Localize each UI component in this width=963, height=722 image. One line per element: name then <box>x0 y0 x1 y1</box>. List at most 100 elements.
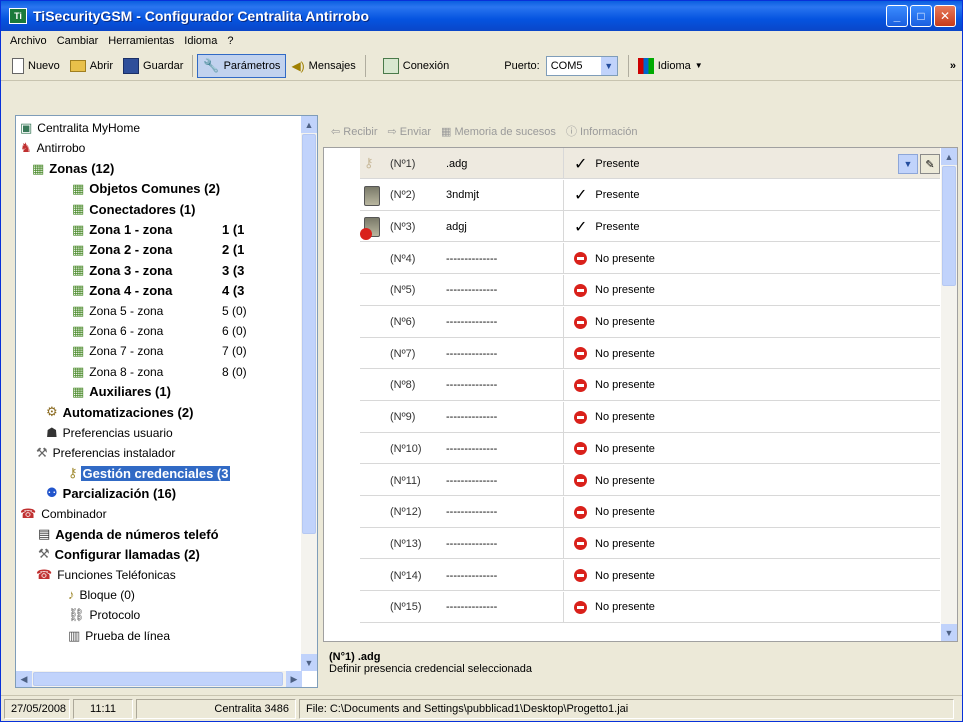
credential-cell[interactable]: (Nº7) -------------- <box>360 338 564 370</box>
status-cell[interactable]: No presente <box>564 338 940 369</box>
status-cell[interactable]: No presente <box>564 528 940 559</box>
scroll-thumb[interactable] <box>302 134 316 534</box>
tree-node[interactable]: ▦ Auxiliares (1) <box>72 383 173 401</box>
menu-help[interactable]: ? <box>222 35 238 47</box>
credential-row[interactable]: (Nº6) -------------- No presente <box>360 306 940 338</box>
credential-row[interactable]: (Nº9) -------------- No presente <box>360 401 940 433</box>
parametros-button[interactable]: 🔧 Parámetros <box>197 53 287 78</box>
scroll-down-button[interactable]: ▼ <box>941 624 957 641</box>
toolbar-overflow-button[interactable]: » <box>950 60 956 72</box>
tree-node[interactable]: ▦ Zona 5 - zona 5 (0) <box>72 302 247 320</box>
status-cell[interactable]: No presente <box>564 465 940 496</box>
scroll-down-button[interactable]: ▼ <box>301 654 317 671</box>
tree-node[interactable]: ⛓ Protocolo <box>68 606 142 624</box>
tree-horizontal-scrollbar[interactable]: ◀ ▶ <box>16 671 302 687</box>
title-bar[interactable]: Ti TiSecurityGSM - Configurador Centrali… <box>1 1 962 31</box>
tree-node[interactable]: ▦ Zonas (12) <box>32 160 116 178</box>
status-cell[interactable]: No presente <box>564 402 940 433</box>
grid-vertical-scrollbar[interactable]: ▲ ▼ <box>941 148 957 641</box>
credential-row[interactable]: (Nº5) -------------- No presente <box>360 274 940 306</box>
menu-cambiar[interactable]: Cambiar <box>52 35 104 47</box>
tree-node[interactable]: ▦ Zona 8 - zona 8 (0) <box>72 363 247 381</box>
status-cell[interactable]: ✓ Presente ▼ ✎ <box>564 148 940 179</box>
status-cell[interactable]: No presente <box>564 497 940 528</box>
tree-node[interactable]: ♞ Antirrobo <box>20 139 87 157</box>
tree-node[interactable]: ♪ Bloque (0) <box>68 586 137 604</box>
status-dropdown-button[interactable]: ▼ <box>898 154 918 174</box>
tree-node[interactable]: ▦ Zona 7 - zona 7 (0) <box>72 342 247 360</box>
credential-row[interactable]: (Nº2) 3ndmjt ✓ Presente <box>360 179 940 211</box>
credential-cell[interactable]: (Nº13) -------------- <box>360 528 564 560</box>
tree-vertical-scrollbar[interactable]: ▲ ▼ <box>301 116 317 671</box>
credential-cell[interactable]: (Nº9) -------------- <box>360 401 564 433</box>
credential-cell[interactable]: (Nº15) -------------- <box>360 591 564 623</box>
maximize-button[interactable]: □ <box>910 5 932 27</box>
tree-node[interactable]: ▦ Zona 3 - zona 3 (3 <box>72 261 244 279</box>
scroll-up-button[interactable]: ▲ <box>941 148 957 165</box>
credential-row[interactable]: (Nº3) adgj ✓ Presente <box>360 211 940 243</box>
credential-row[interactable]: (Nº14) -------------- No presente <box>360 560 940 592</box>
tree-node[interactable]: ⚒ Configurar llamadas (2) <box>38 545 202 563</box>
credential-row[interactable]: (Nº12) -------------- No presente <box>360 496 940 528</box>
credential-row[interactable]: ⚷ (Nº1) .adg ✓ Presente ▼ ✎ <box>360 148 940 179</box>
edit-pencil-button[interactable]: ✎ <box>920 154 940 174</box>
tree-node[interactable]: ▦ Objetos Comunes (2) <box>72 180 222 198</box>
tree-node[interactable]: ▦ Zona 2 - zona 2 (1 <box>72 241 244 259</box>
close-button[interactable]: ✕ <box>934 5 956 27</box>
status-cell[interactable]: ✓ Presente <box>564 180 940 211</box>
credential-cell[interactable]: (Nº12) -------------- <box>360 496 564 528</box>
nuevo-button[interactable]: Nuevo <box>7 55 65 77</box>
credential-row[interactable]: (Nº13) -------------- No presente <box>360 528 940 560</box>
tree-node[interactable]: ☎ Combinador <box>20 505 109 523</box>
tree-node[interactable]: ☎ Funciones Teléfonicas <box>36 566 178 584</box>
status-cell[interactable]: No presente <box>564 560 940 591</box>
status-cell[interactable]: ✓ Presente <box>564 211 940 242</box>
scroll-thumb[interactable] <box>942 166 956 286</box>
credential-cell[interactable]: (Nº2) 3ndmjt <box>360 179 564 211</box>
conexion-button[interactable]: Conexión <box>378 55 454 77</box>
recibir-button[interactable]: ⇦ Recibir <box>331 125 378 138</box>
tree-node[interactable]: ⚷ Gestión credenciales (3 <box>68 464 231 482</box>
credential-cell[interactable]: (Nº5) -------------- <box>360 274 564 306</box>
credential-row[interactable]: (Nº8) -------------- No presente <box>360 369 940 401</box>
port-select[interactable]: COM5 ▼ <box>545 55 618 76</box>
tree-node[interactable]: ▥ Prueba de línea <box>68 627 172 645</box>
tree-node[interactable]: ▦ Zona 6 - zona 6 (0) <box>72 322 247 340</box>
scroll-up-button[interactable]: ▲ <box>301 116 317 133</box>
status-cell[interactable]: No presente <box>564 433 940 464</box>
menu-archivo[interactable]: Archivo <box>5 35 52 47</box>
credential-row[interactable]: (Nº4) -------------- No presente <box>360 243 940 275</box>
credential-row[interactable]: (Nº7) -------------- No presente <box>360 338 940 370</box>
credential-cell[interactable]: (Nº14) -------------- <box>360 560 564 592</box>
status-cell[interactable]: No presente <box>564 307 940 338</box>
tree-node[interactable]: ⚒ Preferencias instalador <box>36 444 177 462</box>
credential-cell[interactable]: (Nº10) -------------- <box>360 433 564 465</box>
credential-cell[interactable]: (Nº6) -------------- <box>360 306 564 338</box>
guardar-button[interactable]: Guardar <box>118 55 188 77</box>
tree-node[interactable]: ▦ Zona 4 - zona 4 (3 <box>72 281 244 299</box>
scroll-right-button[interactable]: ▶ <box>286 671 302 687</box>
tree-node[interactable]: ⚉ Parcialización (16) <box>46 484 178 502</box>
mensajes-button[interactable]: ◀) Mensajes <box>286 56 360 76</box>
tree-node[interactable]: ☗ Preferencias usuario <box>46 424 175 442</box>
informacion-button[interactable]: ⓘ Información <box>566 123 638 139</box>
scroll-thumb[interactable] <box>33 672 283 686</box>
memoria-sucesos-button[interactable]: ▦ Memoria de sucesos <box>441 125 556 138</box>
credential-cell[interactable]: (Nº11) -------------- <box>360 465 564 496</box>
menu-herramientas[interactable]: Herramientas <box>103 35 179 47</box>
tree-node[interactable]: ▣ Centralita MyHome <box>20 119 142 137</box>
status-cell[interactable]: No presente <box>564 275 940 306</box>
credential-cell[interactable]: ⚷ (Nº1) .adg <box>360 148 564 179</box>
scroll-left-button[interactable]: ◀ <box>16 671 32 687</box>
status-cell[interactable]: No presente <box>564 592 940 623</box>
enviar-button[interactable]: ⇨ Enviar <box>388 125 431 138</box>
tree-node[interactable]: ▦ Zona 1 - zona 1 (1 <box>72 221 244 239</box>
menu-idioma[interactable]: Idioma <box>179 35 222 47</box>
status-cell[interactable]: No presente <box>564 243 940 274</box>
credential-row[interactable]: (Nº11) -------------- No presente <box>360 465 940 496</box>
status-cell[interactable]: No presente <box>564 370 940 401</box>
credential-cell[interactable]: (Nº8) -------------- <box>360 369 564 401</box>
credential-row[interactable]: (Nº10) -------------- No presente <box>360 433 940 465</box>
tree-node[interactable]: ▦ Conectadores (1) <box>72 200 198 218</box>
tree-node[interactable]: ▤ Agenda de números telefó <box>38 525 221 543</box>
